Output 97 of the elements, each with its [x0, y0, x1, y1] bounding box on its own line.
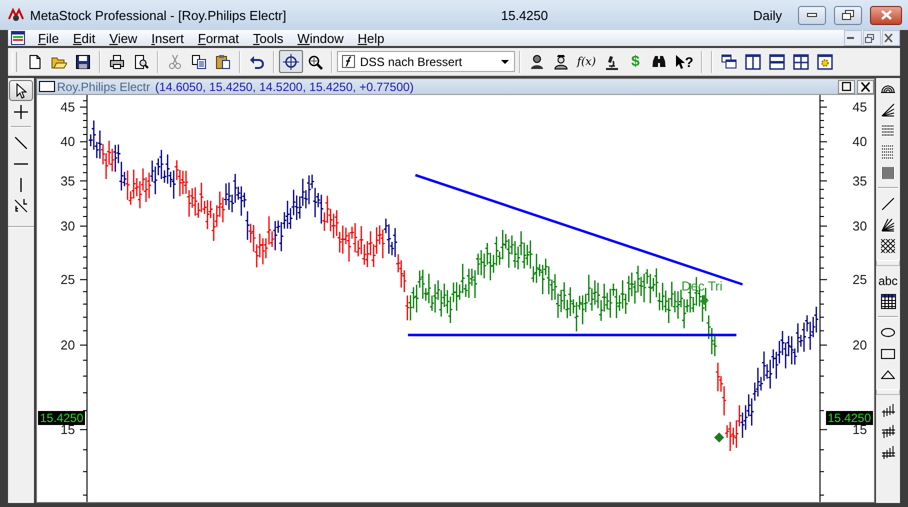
- triangle-icon: [881, 370, 895, 379]
- axis-label: 45: [852, 100, 867, 115]
- function-icon: [341, 54, 356, 69]
- rectangle-icon: [881, 348, 895, 358]
- tool-button[interactable]: [9, 80, 33, 101]
- menu-item[interactable]: Help: [350, 30, 392, 46]
- new-file-icon: [27, 54, 43, 70]
- fan-lines-icon: [881, 218, 895, 232]
- printer-icon: [109, 54, 125, 70]
- copy-icon: [191, 54, 207, 70]
- minimize-button[interactable]: [798, 6, 826, 24]
- close-icon: [884, 33, 893, 43]
- close-button[interactable]: [857, 80, 874, 94]
- tile-horizontal-icon: [769, 54, 786, 70]
- zoom-icon: [307, 54, 323, 70]
- axis-label: 40: [852, 134, 867, 150]
- axis-label: 35: [60, 173, 75, 188]
- tool-button[interactable]: abc: [877, 270, 899, 291]
- menu-item[interactable]: File: [31, 30, 66, 46]
- cycle-lines-icon: [882, 444, 894, 458]
- binoculars-icon: [650, 54, 667, 70]
- close-button[interactable]: [882, 30, 900, 46]
- crosshatch-icon: [881, 238, 895, 252]
- app-logo-icon: [8, 7, 24, 23]
- crosshair-icon: [14, 104, 28, 118]
- axis-label: 35: [852, 173, 867, 188]
- minimize-icon: [807, 13, 817, 17]
- restore-button[interactable]: [863, 30, 881, 46]
- pointer-icon: [674, 54, 685, 70]
- restore-button[interactable]: [834, 6, 862, 24]
- save-icon: [75, 54, 91, 70]
- vertical-line-icon: [20, 178, 22, 192]
- axis-label: 40: [60, 134, 75, 150]
- axis-label: 25: [852, 272, 867, 288]
- close-button[interactable]: [870, 6, 902, 24]
- price-values: (14.6050, 15.4250, 14.5200, 15.4250, +0.77500): [155, 80, 414, 94]
- menu-item[interactable]: Window: [290, 30, 351, 46]
- minimize-icon: [847, 37, 854, 39]
- down-arrow-icon: [700, 295, 709, 306]
- close-icon: [861, 82, 870, 92]
- axis-label: 30: [852, 218, 867, 234]
- tile-vertical-icon: [745, 54, 762, 70]
- close-icon: [880, 10, 892, 20]
- caret-icon: [501, 60, 509, 64]
- person-icon: [553, 54, 569, 70]
- restore-icon: [842, 10, 854, 20]
- security-name: Roy.Philips Electr: [57, 80, 150, 94]
- window-gear-icon: [817, 54, 834, 70]
- split-line-icon: [14, 198, 28, 213]
- menu-item[interactable]: Tools: [246, 30, 290, 46]
- menu-item[interactable]: Insert: [144, 30, 191, 46]
- axis-label: 20: [60, 338, 75, 353]
- expert-dropdown[interactable]: DSS nach Bressert: [337, 51, 515, 72]
- axis-label: 30: [60, 218, 75, 234]
- cascade-icon: [721, 54, 738, 70]
- last-price-label: 15.4250: [826, 411, 873, 426]
- fan-lines-icon: [881, 102, 895, 116]
- horizontal-line-icon: [14, 162, 28, 164]
- menu-item[interactable]: Edit: [66, 30, 102, 46]
- window-title: MetaStock Professional - [Roy.Philips Electr]: [30, 8, 288, 22]
- arcs-icon: [881, 84, 895, 93]
- current-price: 15.4250: [501, 8, 548, 22]
- maximize-button[interactable]: [838, 80, 855, 94]
- scissors-icon: [167, 54, 183, 70]
- cycle-lines-icon: [882, 424, 894, 438]
- cycle-lines-icon: [882, 402, 894, 416]
- menu-item[interactable]: Format: [190, 30, 246, 46]
- maximize-icon: [842, 82, 851, 91]
- toolbar-button[interactable]: [279, 50, 303, 73]
- crosshair-icon: [283, 54, 299, 70]
- chart-period: Daily: [753, 8, 782, 22]
- ellipse-icon: [881, 328, 895, 337]
- diagonal-line-icon: [15, 136, 27, 148]
- clipboard-icon: [215, 54, 231, 70]
- last-price-label: 15.4250: [38, 411, 86, 426]
- person-icon: [529, 54, 545, 70]
- microscope-icon: [604, 54, 620, 70]
- pointer-icon: [16, 82, 26, 98]
- diamond-marker: [714, 432, 724, 442]
- horizontal-lines-icon: [882, 125, 894, 136]
- restore-icon: [865, 34, 874, 42]
- axis-label: 45: [60, 100, 75, 115]
- print-preview-icon: [133, 54, 149, 70]
- vertical-lines-icon: [882, 166, 894, 178]
- minimize-button[interactable]: [844, 30, 862, 46]
- grid-layout-icon: [793, 54, 810, 70]
- window-icon: [39, 81, 55, 92]
- toolbar-button[interactable]: f(x): [573, 50, 600, 73]
- table-icon: [880, 294, 896, 309]
- undo-icon: [249, 54, 265, 70]
- document-icon: [10, 30, 26, 46]
- diagonal-line-icon: [882, 198, 894, 210]
- axis-label: 25: [60, 272, 75, 288]
- dotted-lines-icon: [882, 144, 894, 158]
- toolbar-button[interactable]: ?: [670, 50, 698, 73]
- menu-item[interactable]: View: [102, 30, 144, 46]
- axis-label: 20: [852, 338, 867, 353]
